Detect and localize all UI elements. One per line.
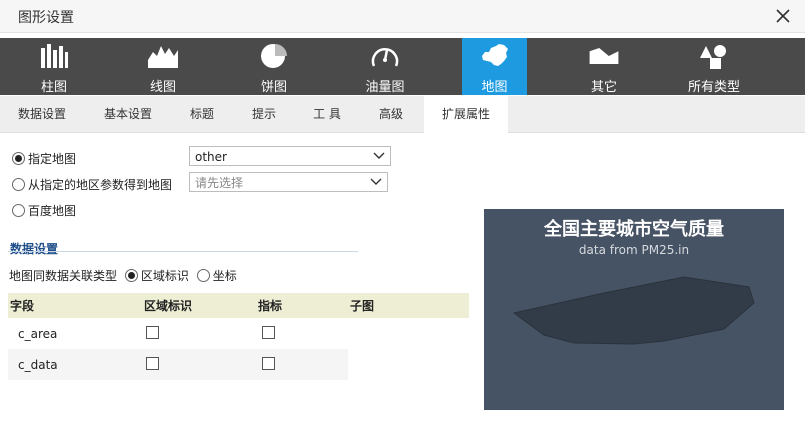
column-header-field: 字段: [8, 293, 142, 318]
chart-type-map[interactable]: 地图: [462, 38, 527, 95]
radio-label: 从指定的地区参数得到地图: [28, 178, 173, 192]
map-preview: 全国主要城市空气质量 data from PM25.in: [484, 209, 784, 410]
section-divider: [8, 251, 358, 252]
tab-extended-properties[interactable]: 扩展属性: [424, 96, 508, 133]
chart-type-label: 地图: [481, 80, 508, 95]
radio-link-coordinate[interactable]: 坐标: [196, 269, 237, 283]
field-name-cell: c_area: [18, 326, 58, 341]
column-header-region: 区域标识: [142, 293, 256, 318]
column-header-metric: 指标: [256, 293, 348, 318]
other-chart-icon: [589, 48, 619, 64]
column-header-subchart: 子图: [348, 293, 469, 318]
radio-label: 区域标识: [140, 269, 189, 283]
region-cell: [142, 318, 256, 349]
subchart-cell: [348, 349, 469, 380]
tab-title[interactable]: 标题: [172, 96, 232, 132]
tab-tools[interactable]: 工 具: [296, 96, 358, 132]
link-type-label: 地图同数据关联类型: [9, 269, 118, 283]
dialog-titlebar: 图形设置: [0, 0, 805, 33]
table-header-row: 字段 区域标识 指标 子图: [8, 293, 469, 318]
select-placeholder: 请先选择: [195, 176, 244, 190]
select-value: other: [195, 150, 227, 164]
tab-basic-settings[interactable]: 基本设置: [84, 96, 172, 132]
preview-title: 全国主要城市空气质量: [544, 219, 724, 240]
region-checkbox[interactable]: [146, 325, 159, 339]
field-name-cell: c_data: [8, 349, 142, 380]
pie-chart-icon: [261, 44, 287, 68]
region-checkbox[interactable]: [146, 356, 159, 370]
map-icon: [481, 44, 508, 66]
chart-type-gauge[interactable]: 油量图: [330, 38, 440, 95]
tab-data-settings[interactable]: 数据设置: [0, 96, 84, 132]
dialog-title: 图形设置: [18, 10, 74, 26]
chart-type-pie[interactable]: 饼图: [218, 38, 330, 95]
chart-type-label: 所有类型: [687, 80, 740, 95]
tab-advanced[interactable]: 高级: [358, 96, 424, 132]
radio-button[interactable]: [12, 152, 25, 165]
preview-subtitle: data from PM25.in: [578, 243, 690, 257]
bar-chart-icon: [41, 44, 68, 68]
region-cell: [142, 349, 256, 380]
metric-cell: [256, 349, 348, 380]
metric-checkbox[interactable]: [262, 325, 275, 339]
radio-label: 指定地图: [28, 152, 77, 166]
radio-map-from-region-param[interactable]: 从指定的地区参数得到地图: [12, 176, 172, 193]
radio-button[interactable]: [196, 269, 210, 282]
radio-button[interactable]: [124, 269, 138, 282]
metric-cell: [256, 318, 348, 349]
radio-button[interactable]: [12, 178, 25, 191]
table-row: c_area: [8, 318, 469, 349]
settings-tabs: 数据设置 基本设置 标题 提示 工 具 高级 扩展属性: [0, 96, 805, 133]
table-row: c_data: [8, 349, 469, 380]
chart-type-toolbar: 柱图 线图 饼图 油量图 地图 其它 所有类型: [0, 38, 805, 95]
chart-type-label: 其它: [590, 80, 617, 95]
gauge-icon: [371, 48, 399, 67]
chevron-down-icon: [373, 152, 385, 159]
chart-type-line[interactable]: 线图: [108, 38, 218, 95]
link-type-row: 地图同数据关联类型 区域标识 坐标: [9, 267, 237, 284]
chart-type-label: 柱图: [40, 80, 67, 95]
tab-tooltip[interactable]: 提示: [232, 96, 296, 132]
chart-type-label: 饼图: [260, 80, 287, 95]
chart-type-all[interactable]: 所有类型: [659, 38, 769, 95]
close-icon[interactable]: [775, 8, 791, 24]
radio-label: 坐标: [212, 269, 237, 283]
region-param-select[interactable]: 请先选择: [189, 172, 388, 192]
radio-button[interactable]: [12, 204, 25, 217]
field-mapping-table: 字段 区域标识 指标 子图 c_area c_data: [8, 293, 469, 380]
chart-type-bar[interactable]: 柱图: [0, 38, 108, 95]
specified-map-select[interactable]: other: [189, 146, 391, 166]
radio-baidu-map[interactable]: 百度地图: [12, 202, 76, 219]
section-title-data-settings: 数据设置: [10, 242, 59, 256]
chevron-down-icon: [370, 178, 382, 185]
chart-type-label: 油量图: [365, 80, 405, 95]
shapes-icon: [700, 45, 726, 69]
metric-checkbox[interactable]: [262, 356, 275, 370]
line-chart-icon: [148, 46, 178, 68]
chart-type-other[interactable]: 其它: [549, 38, 659, 95]
radio-link-region[interactable]: 区域标识: [124, 269, 189, 283]
subchart-cell: [348, 318, 469, 349]
radio-specified-map[interactable]: 指定地图: [12, 150, 76, 167]
radio-label: 百度地图: [28, 204, 77, 218]
chart-type-label: 线图: [149, 80, 176, 95]
